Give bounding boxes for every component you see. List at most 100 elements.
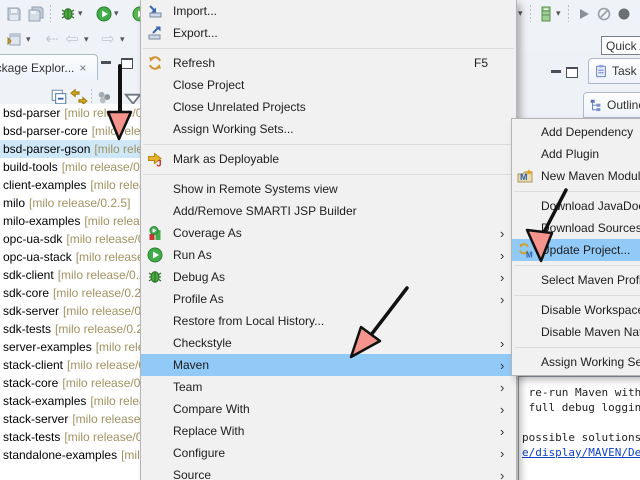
skip-breakpoints-icon[interactable] [594, 4, 614, 24]
forward-icon[interactable]: ⇨ [98, 29, 118, 49]
forward-dropdown-icon[interactable]: ▾ [120, 34, 125, 45]
project-name: stack-examples [3, 394, 86, 408]
back-dropdown-icon[interactable]: ▾ [84, 34, 89, 45]
menu-item-export[interactable]: Export... [141, 22, 516, 44]
tree-row[interactable]: bsd-parser[milo release/0.2.5] [0, 104, 140, 122]
tree-row[interactable]: sdk-tests[milo release/0.2.5] [0, 320, 140, 338]
back-history-icon[interactable]: ⇠ [42, 29, 62, 49]
menu-item-add-plugin[interactable]: Add Plugin [512, 143, 640, 165]
tree-row[interactable]: standalone-examples[milo release/0.2.5] [0, 446, 140, 464]
menu-item-debug-as[interactable]: Debug As› [141, 266, 516, 288]
menu-item-close-unrelated-projects[interactable]: Close Unrelated Projects [141, 96, 516, 118]
tree-row[interactable]: milo[milo release/0.2.5] [0, 194, 140, 212]
menu-item-download-sources[interactable]: Download Sources [512, 217, 640, 239]
menu-item-source[interactable]: Source› [141, 464, 516, 480]
server-icon[interactable] [536, 4, 556, 24]
project-decorator: [milo release/0.2.5] [58, 268, 140, 282]
minimize-right-stack-button[interactable] [551, 70, 561, 73]
menu-item-label: Refresh [173, 56, 474, 70]
menu-item-run-as[interactable]: Run As› [141, 244, 516, 266]
menu-item-configure[interactable]: Configure› [141, 442, 516, 464]
project-decorator: [milo release/0.2.5] [96, 340, 140, 354]
tab-outline[interactable]: Outline [583, 92, 640, 118]
menu-item-label: Assign Working Sets... [173, 122, 500, 136]
tree-row[interactable]: stack-tests[milo release/0.2.5] [0, 428, 140, 446]
menu-item-compare-with[interactable]: Compare With› [141, 398, 516, 420]
menu-item-add-remove-smarti-jsp-builder[interactable]: Add/Remove SMARTI JSP Builder [141, 200, 516, 222]
menu-item-checkstyle[interactable]: Checkstyle› [141, 332, 516, 354]
edit-location-dropdown-icon[interactable]: ▾ [26, 34, 31, 45]
maximize-right-stack-button[interactable] [566, 67, 578, 78]
tree-row[interactable]: stack-examples[milo release/0.2.5] [0, 392, 140, 410]
menu-item-replace-with[interactable]: Replace With› [141, 420, 516, 442]
save-all-icon[interactable] [26, 4, 46, 24]
project-decorator: [milo release/0.2.5] [53, 286, 140, 300]
menu-item-new-maven-module-project[interactable]: MNew Maven Module Project [512, 165, 640, 187]
minimize-view-button[interactable] [101, 61, 111, 64]
tree-row[interactable]: server-examples[milo release/0.2.5] [0, 338, 140, 356]
run-icon [146, 247, 164, 263]
last-edit-location-icon[interactable] [4, 29, 24, 49]
menu-item-download-javadoc[interactable]: Download JavaDoc [512, 195, 640, 217]
tree-row[interactable]: client-examples[milo release/0.2.5] [0, 176, 140, 194]
tree-row[interactable]: bsd-parser-core[milo release/0.2.5] [0, 122, 140, 140]
tree-row[interactable]: opc-ua-stack[milo release/0.2.5] [0, 248, 140, 266]
menu-item-label: Close Unrelated Projects [173, 100, 500, 114]
tree-row[interactable]: sdk-server[milo release/0.2.5] [0, 302, 140, 320]
eclipse-window: ▾ ▾ ▾ ⇠ ⇦ ▾ ⇨ ▾ ▾ ▾ [0, 0, 640, 480]
save-icon[interactable] [4, 4, 24, 24]
menu-item-restore-from-local-history[interactable]: Restore from Local History... [141, 310, 516, 332]
project-decorator: [milo release/0.2.5] [121, 448, 140, 462]
menu-separator [512, 261, 640, 269]
menu-item-add-dependency[interactable]: Add Dependency [512, 121, 640, 143]
tree-row[interactable]: sdk-client[milo release/0.2.5] [0, 266, 140, 284]
tree-row[interactable]: bsd-parser-gson[milo release/0.2.5] [0, 140, 140, 158]
tab-task-list[interactable]: Task List [588, 58, 640, 84]
project-name: client-examples [3, 178, 86, 192]
resume-icon[interactable] [574, 4, 594, 24]
terminate-icon[interactable] [614, 4, 634, 24]
run-icon[interactable] [94, 4, 114, 24]
tree-row[interactable]: stack-client[milo release/0.2.5] [0, 356, 140, 374]
menu-item-show-in-remote-systems-view[interactable]: Show in Remote Systems view [141, 178, 516, 200]
close-icon[interactable]: × [79, 61, 86, 75]
menu-item-disable-workspace-resolution[interactable]: Disable Workspace Resolution [512, 299, 640, 321]
tree-row[interactable]: stack-core[milo release/0.2.5] [0, 374, 140, 392]
menu-item-label: Download Sources [541, 221, 640, 235]
menu-item-label: Disable Workspace Resolution [541, 303, 640, 317]
menu-item-close-project[interactable]: Close Project [141, 74, 516, 96]
menu-item-select-maven-profiles[interactable]: Select Maven Profiles... [512, 269, 640, 291]
tab-package-explorer[interactable]: Package Explor... × [0, 54, 98, 80]
menu-item-import[interactable]: Import... [141, 0, 516, 22]
tree-row[interactable]: opc-ua-sdk[milo release/0.2.5] [0, 230, 140, 248]
dropdown-icon[interactable]: ▾ [518, 8, 523, 19]
run-dropdown-icon[interactable]: ▾ [114, 8, 119, 19]
debug-dropdown-icon[interactable]: ▾ [78, 8, 83, 19]
maven-submenu: Add DependencyAdd PluginMNew Maven Modul… [511, 118, 640, 376]
tree-row[interactable]: stack-server[milo release/0.2.5] [0, 410, 140, 428]
tree-row[interactable]: build-tools[milo release/0.2.5] [0, 158, 140, 176]
maximize-view-button[interactable] [121, 58, 133, 69]
menu-item-maven[interactable]: Maven› [141, 354, 516, 376]
menu-item-profile-as[interactable]: Profile As› [141, 288, 516, 310]
tree-row[interactable]: sdk-core[milo release/0.2.5] [0, 284, 140, 302]
menu-item-team[interactable]: Team› [141, 376, 516, 398]
menu-item-label: Compare With [173, 402, 500, 416]
console-line: re-run Maven with [522, 385, 640, 400]
menu-item-refresh[interactable]: RefreshF5 [141, 52, 516, 74]
menu-item-label: Debug As [173, 270, 500, 284]
menu-item-assign-working-sets[interactable]: Assign Working Sets... [141, 118, 516, 140]
toolbar-separator [568, 5, 569, 22]
debug-icon[interactable] [58, 4, 78, 24]
menu-item-disable-maven-nature[interactable]: Disable Maven Nature [512, 321, 640, 343]
console-link[interactable]: e/display/MAVEN/De [522, 445, 640, 460]
menu-item-mark-as-deployable[interactable]: JMark as Deployable [141, 148, 516, 170]
menu-item-update-project[interactable]: MUpdate Project... [512, 239, 640, 261]
quick-access-input[interactable]: Quick Access [601, 36, 640, 55]
back-icon[interactable]: ⇦ [62, 29, 82, 49]
server-dropdown-icon[interactable]: ▾ [556, 8, 561, 19]
menu-item-label: Disable Maven Nature [541, 325, 640, 339]
menu-item-assign-working-sets[interactable]: Assign Working Sets... [512, 351, 640, 373]
tree-row[interactable]: milo-examples[milo release/0.2.5] [0, 212, 140, 230]
menu-item-coverage-as[interactable]: Coverage As› [141, 222, 516, 244]
